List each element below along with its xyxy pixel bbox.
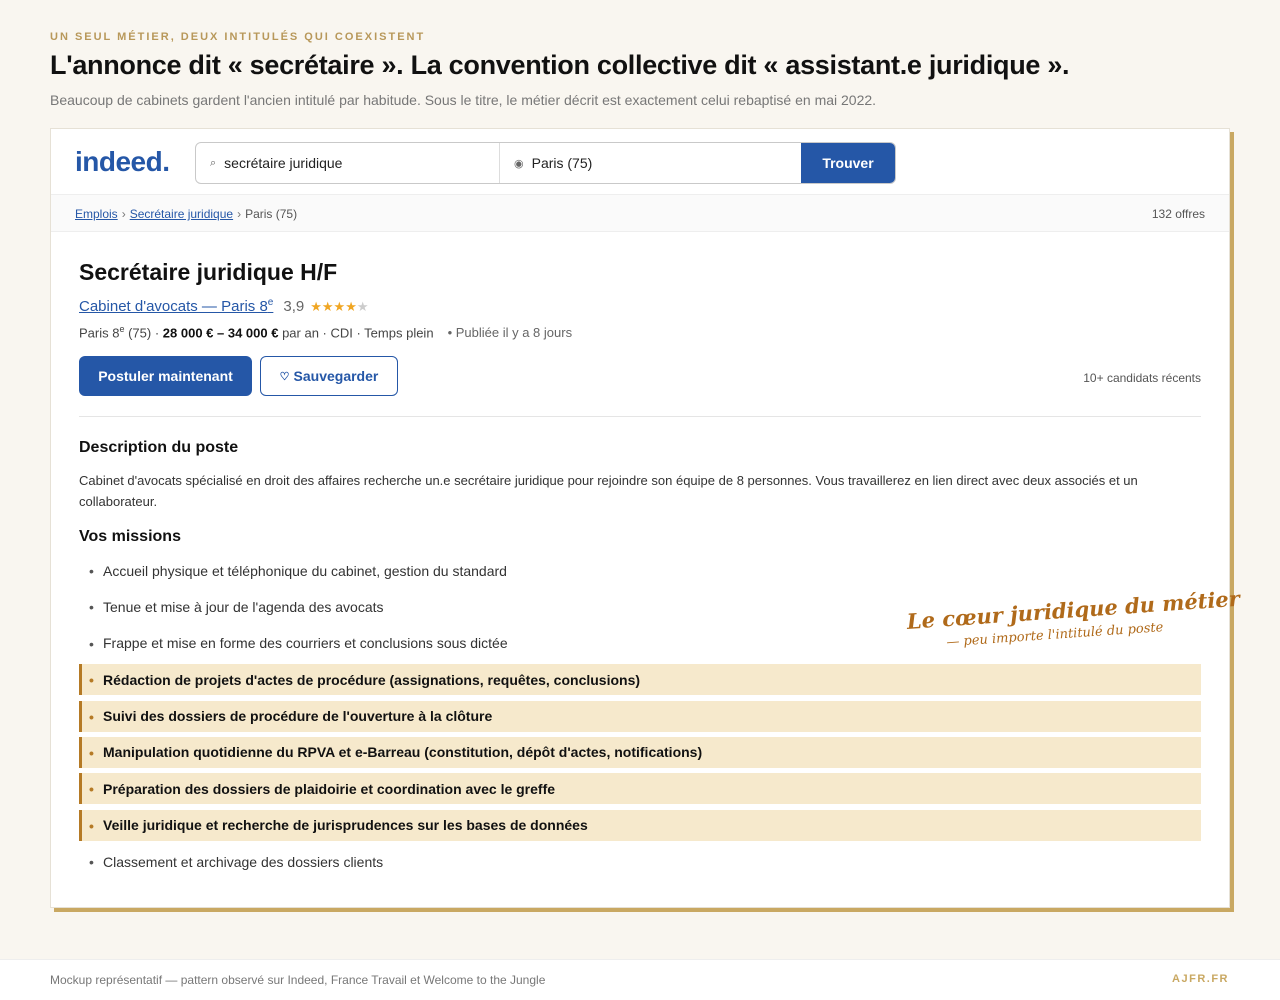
bullet-icon: • <box>89 708 94 725</box>
mission-item: • Classement et archivage des dossiers cl… <box>79 846 1201 877</box>
mission-text: Accueil physique et téléphonique du cabi… <box>103 562 507 579</box>
mission-item: • Rédaction de projets d'actes de procédu… <box>79 664 1201 696</box>
job-posting-card: indeed. ⌕ secrétaire juridique ◉ Paris (… <box>50 128 1241 908</box>
breadcrumb: Emplois › Secrétaire juridique › Paris (75) <box>75 207 297 221</box>
company-row: Cabinet d'avocats — Paris 8e 3,9 ★★★★★ <box>79 297 369 315</box>
bullet-icon: • <box>89 854 94 871</box>
mission-text: Veille juridique et recherche de jurispr… <box>103 817 588 834</box>
bullet-icon: • <box>89 744 94 761</box>
find-button[interactable]: Trouver <box>801 143 895 183</box>
divider <box>79 416 1201 417</box>
offers-count: 132 offres <box>1151 207 1205 221</box>
breadcrumb-separator: › <box>121 207 126 221</box>
star-icon: ★ <box>310 299 322 314</box>
mission-text: Rédaction de projets d'actes de procédur… <box>103 671 641 688</box>
page-subline: Beaucoup de cabinets gardent l'ancien in… <box>50 92 877 108</box>
breadcrumb-separator: › <box>237 207 242 221</box>
bullet-icon: • <box>89 817 94 834</box>
star-icon: ★ <box>333 299 346 314</box>
mission-text: Classement et archivage des dossiers cli… <box>103 853 384 870</box>
mission-item: • Manipulation quotidienne du RPVA et e-B… <box>79 736 1201 768</box>
job-search-input[interactable]: ⌕ secrétaire juridique <box>196 143 500 183</box>
mission-item: • Accueil physique et téléphonique du cab… <box>79 555 1201 586</box>
description-title: Description du poste <box>79 439 239 456</box>
company-link[interactable]: Cabinet d'avocats — Paris 8e <box>79 297 273 315</box>
indeed-header: indeed. ⌕ secrétaire juridique ◉ Paris (… <box>51 129 1229 195</box>
apply-button[interactable]: Postuler maintenant <box>79 356 252 396</box>
indeed-logo[interactable]: indeed. <box>75 146 170 178</box>
mission-text: Tenue et mise à jour de l'agenda des avo… <box>103 598 384 615</box>
bullet-icon: • <box>89 635 94 652</box>
footer-brand[interactable]: AJFR.FR <box>1172 973 1229 985</box>
eyebrow: UN SEUL MÉTIER, DEUX INTITULÉS QUI COEXI… <box>50 31 426 43</box>
location-value: Paris (75) <box>531 155 593 171</box>
breadcrumb-bar: Emplois › Secrétaire juridique › Paris (75) … <box>51 195 1229 232</box>
job-title: Secrétaire juridique H/F <box>79 259 338 285</box>
bullet-icon: • <box>89 599 94 616</box>
location-input[interactable]: ◉ Paris (75) <box>500 143 801 183</box>
breadcrumb-secretaire-juridique[interactable]: Secrétaire juridique <box>130 207 233 221</box>
search-icon: ⌕ <box>210 156 217 169</box>
star-icon: ★ <box>345 299 357 314</box>
rating-stars: ★★★★★ <box>310 299 368 315</box>
job-meta: Paris 8e (75) · 28 000 € – 34 000 € par … <box>79 324 573 341</box>
missions-title: Vos missions <box>79 528 181 545</box>
bullet-icon: • <box>89 781 94 798</box>
bullet-icon: • <box>89 672 94 689</box>
job-search-value: secrétaire juridique <box>224 155 343 171</box>
mission-text: Frappe et mise en forme des courriers et… <box>103 635 508 652</box>
page-headline: L'annonce dit « secrétaire ». La convent… <box>50 50 1070 80</box>
breadcrumb-emplois[interactable]: Emplois <box>75 207 118 221</box>
save-button[interactable]: ♡ Sauvegarder <box>260 356 398 396</box>
mission-text: Suivi des dossiers de procédure de l'ouv… <box>103 708 493 725</box>
footer-note: Mockup représentatif — pattern observé s… <box>50 973 546 987</box>
mission-text: Préparation des dossiers de plaidoirie e… <box>103 780 556 797</box>
mission-text: Manipulation quotidienne du RPVA et e-Ba… <box>103 744 703 761</box>
star-icon: ★ <box>321 299 334 314</box>
heart-icon: ♡ <box>279 370 290 383</box>
company-rating: 3,9 <box>283 298 305 315</box>
star-icon: ★ <box>356 299 369 314</box>
footer: Mockup représentatif — pattern observé s… <box>0 959 1280 1000</box>
bullet-icon: • <box>89 563 94 579</box>
salary: 28 000 € – 34 000 € <box>162 325 279 341</box>
breadcrumb-current: Paris (75) <box>245 207 298 221</box>
location-pin-icon: ◉ <box>514 157 524 170</box>
posted-date: • Publiée il y a 8 jours <box>447 325 573 341</box>
mission-item: • Préparation des dossiers de plaidoirie … <box>79 773 1201 805</box>
recent-candidates: 10+ candidats récents <box>1083 371 1201 385</box>
description-text: Cabinet d'avocats spécialisé en droit de… <box>79 473 1138 509</box>
mission-item: • Suivi des dossiers de procédure de l'ou… <box>79 700 1201 732</box>
mission-item: • Veille juridique et recherche de jurisp… <box>79 809 1201 841</box>
search-bar: ⌕ secrétaire juridique ◉ Paris (75) Trou… <box>195 142 896 184</box>
